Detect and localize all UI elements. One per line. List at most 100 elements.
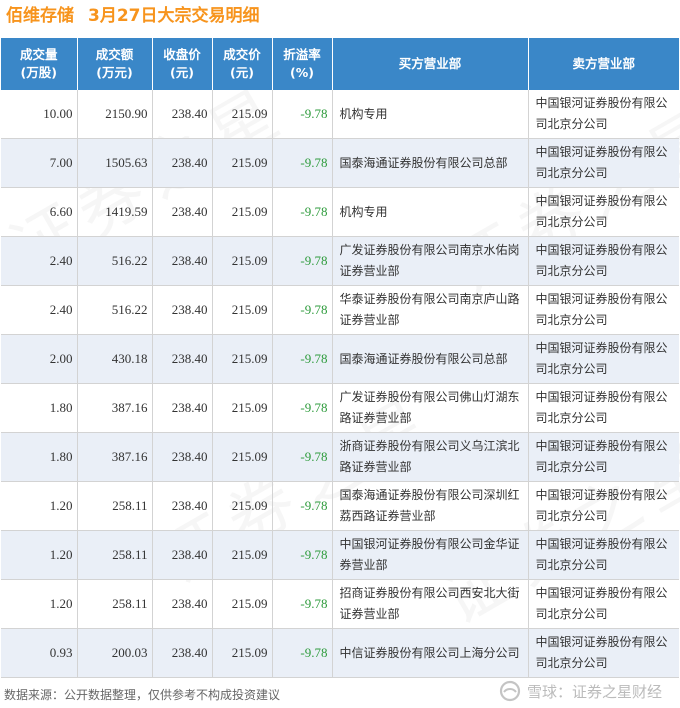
column-header-label: 买方营业部	[398, 56, 462, 71]
table-cell: -9.78	[272, 187, 333, 237]
table-cell: 215.09	[212, 579, 273, 629]
table-cell: 中国银河证券股份有限公司北京分公司	[528, 432, 679, 482]
table-cell: 1.20	[1, 579, 78, 629]
table-cell: 238.40	[152, 187, 213, 237]
table-row: 1.20 258.11 238.40 215.09 -9.78 招商证券股份有限公司西安北…	[1, 579, 679, 629]
table-cell: -9.78	[272, 383, 333, 433]
stock-name: 佰维存储	[6, 6, 74, 26]
table-cell: 华泰证券股份有限公司南京庐山路证券营业部	[332, 285, 529, 335]
column-header: 卖方营业部	[528, 38, 679, 90]
table-cell: 430.18	[77, 334, 153, 384]
table-cell: 中国银河证券股份有限公司北京分公司	[528, 138, 679, 188]
table-cell: 238.40	[152, 383, 213, 433]
table-cell: 215.09	[212, 432, 273, 482]
table-cell: 国泰海通证券股份有限公司总部	[332, 138, 529, 188]
brand-label: 雪球：证券之星财经	[526, 682, 662, 701]
column-header-label: 成交量	[19, 47, 58, 62]
table-cell: 中国银河证券股份有限公司北京分公司	[528, 628, 679, 678]
table-row: 1.80 387.16 238.40 215.09 -9.78 浙商证券股份有限公司义乌江…	[1, 432, 679, 482]
table-cell: 1419.59	[77, 187, 153, 237]
table-row: 1.20 258.11 238.40 215.09 -9.78 中国银河证券股份有限公司金…	[1, 530, 679, 580]
table-cell: -9.78	[272, 432, 333, 482]
table-cell: 238.40	[152, 579, 213, 629]
column-header-label: (元)	[170, 65, 194, 80]
table-cell: 516.22	[77, 285, 153, 335]
table-cell: 258.11	[77, 481, 153, 531]
table-cell: 中国银河证券股份有限公司北京分公司	[528, 285, 679, 335]
table-cell: 2.00	[1, 334, 78, 384]
column-header-label: 成交额	[95, 47, 134, 62]
table-cell: 国泰海通证券股份有限公司总部	[332, 334, 529, 384]
column-header-label: 成交价	[223, 47, 261, 62]
page-title: 佰维存储 3月27日大宗交易明细	[6, 3, 260, 29]
table-cell: 215.09	[212, 236, 273, 286]
column-header-label: 卖方营业部	[572, 56, 635, 71]
table-cell: 2150.90	[77, 90, 153, 139]
brand-watermark: 雪球：证券之星财经	[499, 680, 662, 702]
table-cell: 215.09	[212, 90, 273, 139]
table-cell: 7.00	[1, 138, 78, 188]
table-cell: 238.40	[152, 481, 213, 531]
table-cell: -9.78	[272, 285, 333, 335]
table-cell: 1.20	[1, 481, 78, 531]
table-cell: -9.78	[272, 334, 333, 384]
table-cell: 6.60	[1, 187, 78, 237]
table-cell: -9.78	[272, 481, 333, 531]
table-cell: 215.09	[212, 628, 273, 678]
table-row: 0.93 200.03 238.40 215.09 -9.78 中信证券股份有限公司上海分…	[1, 628, 679, 678]
table-cell: 238.40	[152, 138, 213, 188]
table-cell: 2.40	[1, 236, 78, 286]
table-cell: 中国银河证券股份有限公司金华证券营业部	[332, 530, 529, 580]
table-cell: 国泰海通证券股份有限公司深圳红荔西路证券营业部	[332, 481, 529, 531]
table-cell: 1.80	[1, 383, 78, 433]
table-cell: 238.40	[152, 628, 213, 678]
table-cell: 238.40	[152, 432, 213, 482]
table-cell: 387.16	[77, 383, 153, 433]
table-cell: 215.09	[212, 187, 273, 237]
table-cell: 238.40	[152, 90, 213, 139]
table-cell: 238.40	[152, 236, 213, 286]
table-cell: 中国银河证券股份有限公司北京分公司	[528, 236, 679, 286]
table-cell: 200.03	[77, 628, 153, 678]
table-cell: 机构专用	[332, 187, 529, 237]
table-cell: 1.80	[1, 432, 78, 482]
table-cell: 238.40	[152, 285, 213, 335]
snowball-logo-icon	[499, 680, 521, 702]
data-source-note: 数据来源：公开数据整理，仅供参考不构成投资建议	[4, 688, 281, 702]
table-cell: 215.09	[212, 138, 273, 188]
table-cell: 258.11	[77, 530, 153, 580]
table-cell: 浙商证券股份有限公司义乌江滨北路证券营业部	[332, 432, 529, 482]
table-cell: 中国银河证券股份有限公司北京分公司	[528, 579, 679, 629]
column-header: 成交量 (万股)	[1, 38, 78, 90]
table-cell: 215.09	[212, 481, 273, 531]
table-cell: -9.78	[272, 90, 333, 139]
table-cell: -9.78	[272, 236, 333, 286]
table-row: 2.40 516.22 238.40 215.09 -9.78 广发证券股份有限公司南京水…	[1, 236, 679, 286]
table-cell: 215.09	[212, 285, 273, 335]
column-header-label: (%)	[290, 65, 314, 80]
table-cell: -9.78	[272, 579, 333, 629]
column-header-label: 收盘价	[163, 47, 201, 62]
table-cell: 1505.63	[77, 138, 153, 188]
table-row: 1.80 387.16 238.40 215.09 -9.78 广发证券股份有限公司佛山灯…	[1, 383, 679, 433]
column-header-label: (万元)	[96, 65, 133, 80]
column-header: 折溢率 (%)	[272, 38, 333, 90]
title-subtitle: 3月27日大宗交易明细	[88, 6, 260, 26]
table-row: 10.00 2150.90 238.40 215.09 -9.78 机构专用 中国银河证券股…	[1, 90, 679, 139]
table-cell: 215.09	[212, 383, 273, 433]
table-cell: 2.40	[1, 285, 78, 335]
table-cell: 机构专用	[332, 90, 529, 139]
column-header: 成交额 (万元)	[77, 38, 153, 90]
table-cell: 215.09	[212, 530, 273, 580]
table-cell: 10.00	[1, 90, 78, 139]
table-cell: 0.93	[1, 628, 78, 678]
table-cell: 215.09	[212, 334, 273, 384]
column-header: 成交价 (元)	[212, 38, 273, 90]
table-cell: -9.78	[272, 628, 333, 678]
table-cell: 中国银河证券股份有限公司北京分公司	[528, 530, 679, 580]
table-cell: -9.78	[272, 530, 333, 580]
table-cell: 中国银河证券股份有限公司北京分公司	[528, 90, 679, 139]
table-cell: 258.11	[77, 579, 153, 629]
column-header: 收盘价 (元)	[152, 38, 213, 90]
table-cell: 387.16	[77, 432, 153, 482]
